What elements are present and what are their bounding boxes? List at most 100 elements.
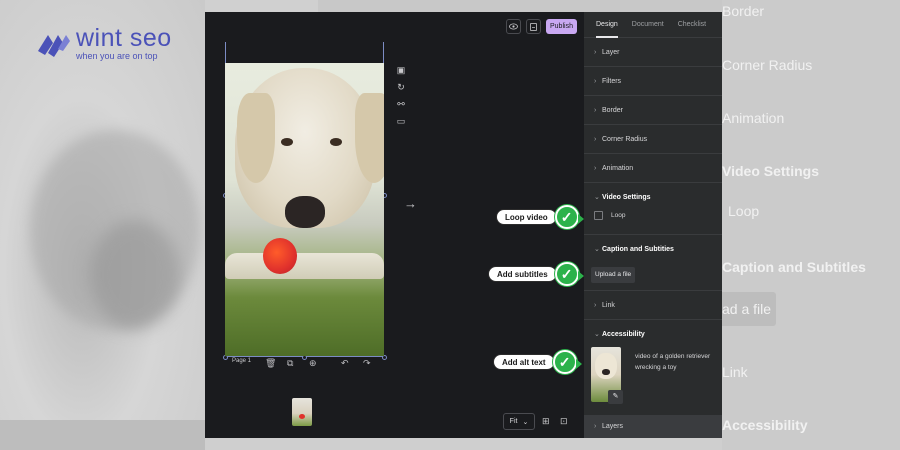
section-animation[interactable]: › Animation	[584, 154, 722, 183]
section-title: Animation	[602, 164, 634, 172]
background-strip	[205, 0, 318, 12]
layers-title: Layers	[602, 423, 624, 430]
dog-paws	[225, 253, 384, 279]
thumbnail-toy	[299, 414, 305, 419]
logo: wint seo when you are on top	[36, 26, 172, 61]
callout-add-subtitles: Add subtitles ✓	[488, 262, 584, 286]
background-text: ad a file	[722, 301, 772, 317]
background-text: Caption and Subtitles	[722, 259, 866, 275]
callout-label: Add subtitles	[488, 266, 557, 282]
element-toolbar: ▣ ↻ ⚯ ▭	[393, 64, 409, 127]
chevron-right-icon: ›	[594, 135, 597, 143]
section-title: Filters	[602, 77, 622, 85]
logo-tagline: when you are on top	[76, 51, 158, 61]
video-element[interactable]	[225, 63, 384, 356]
chevron-down-icon[interactable]: ⌄	[594, 330, 602, 338]
dog-eye	[330, 138, 342, 146]
chevron-down-icon[interactable]: ⌄	[594, 245, 602, 253]
background-text: Loop	[728, 203, 760, 219]
upload-file-button[interactable]: Upload a file	[591, 266, 636, 283]
redo-icon[interactable]: ↷	[363, 358, 371, 369]
callout-add-alt-text: Add alt text ✓	[493, 350, 582, 374]
grid-view-icon[interactable]: ⊞	[542, 416, 550, 427]
tab-checklist[interactable]: Checklist	[678, 12, 706, 38]
section-title[interactable]: Caption and Subtities	[602, 246, 674, 253]
callout-label: Loop video	[496, 209, 557, 225]
add-page-icon[interactable]: ⊕	[309, 358, 317, 369]
dog-nose	[285, 196, 325, 228]
duplicate-page-icon[interactable]: ⧉	[287, 358, 293, 369]
background-text: Link	[722, 364, 748, 380]
background-blur	[90, 220, 180, 330]
background-text: Animation	[722, 110, 785, 126]
chevron-right-icon: ›	[594, 164, 597, 172]
chevron-right-icon: ›	[594, 48, 597, 56]
check-icon: ✓	[554, 205, 584, 229]
section-title[interactable]: Accessibility	[602, 331, 645, 338]
section-link[interactable]: › Link	[584, 291, 722, 320]
publish-button[interactable]: Publish	[546, 19, 577, 34]
layers-bar[interactable]: › Layers	[584, 415, 722, 438]
zoom-fit-select[interactable]: Fit ⌄	[503, 413, 535, 430]
section-title: Layer	[602, 48, 620, 56]
editor-window: Publish ▣ ↻ ⚯ ▭ → Page 1 🗑 ⧉ ⊕ ↶ ↷ Fit ⌄…	[205, 12, 722, 438]
replace-media-icon[interactable]: ▣	[395, 64, 407, 76]
save-button[interactable]	[526, 19, 541, 34]
chevron-right-icon: ›	[594, 301, 597, 309]
dog-image	[595, 353, 617, 379]
loop-icon[interactable]: ↻	[395, 81, 407, 93]
dog-nose	[602, 369, 610, 375]
page-thumbnail[interactable]	[292, 398, 312, 426]
background-text: Corner Radius	[722, 57, 813, 73]
loop-checkbox[interactable]	[594, 211, 603, 220]
link-icon[interactable]: ⚯	[395, 98, 407, 110]
dog-ear	[355, 93, 384, 183]
callout-label: Add alt text	[493, 354, 555, 370]
eye-icon	[509, 23, 518, 30]
arrow-right-icon[interactable]: →	[404, 196, 417, 211]
preview-button[interactable]	[506, 19, 521, 34]
chevron-down-icon[interactable]: ⌄	[594, 193, 602, 201]
page-label: Page 1	[232, 358, 252, 364]
section-corner-radius[interactable]: › Corner Radius	[584, 125, 722, 154]
chevron-right-icon: ›	[594, 77, 597, 85]
zoom-fit-label: Fit	[509, 418, 518, 425]
chevron-down-icon: ⌄	[522, 418, 529, 426]
dog-eye	[281, 138, 293, 146]
edit-icon[interactable]: ✎	[608, 390, 623, 404]
section-filters[interactable]: › Filters	[584, 67, 722, 96]
section-title: Corner Radius	[602, 135, 648, 143]
background-strip	[0, 420, 205, 450]
logo-title: wint seo	[76, 24, 172, 52]
chevron-right-icon: ›	[594, 106, 597, 114]
section-border[interactable]: › Border	[584, 96, 722, 125]
background-text: Border	[722, 3, 765, 19]
section-title[interactable]: Video Settings	[602, 194, 651, 201]
background-text: Video Settings	[722, 163, 819, 179]
toy-image	[263, 238, 297, 274]
properties-panel: Design Document Checklist › Layer › Filter…	[584, 12, 722, 438]
background-strip	[318, 0, 722, 12]
section-title: Link	[602, 301, 615, 309]
callout-loop-video: Loop video ✓	[496, 205, 584, 229]
background-right: Border Corner Radius Animation Video Set…	[722, 0, 900, 450]
section-caption: ⌄ Caption and Subtities Upload a file	[584, 235, 722, 291]
check-icon: ✓	[552, 350, 582, 374]
fullscreen-icon[interactable]: ⊡	[560, 416, 568, 427]
dog-ear	[237, 93, 275, 183]
section-video-settings: ⌄ Video Settings Loop	[584, 183, 722, 235]
section-title: Border	[602, 106, 624, 114]
undo-icon[interactable]: ↶	[341, 358, 349, 369]
background-text: Accessibility	[722, 417, 808, 433]
logo-mark-icon	[38, 34, 70, 57]
chevron-right-icon: ›	[594, 423, 597, 430]
captions-icon[interactable]: ▭	[395, 115, 407, 127]
page-controls: Page 1	[232, 358, 251, 364]
delete-page-icon[interactable]: 🗑	[265, 358, 276, 369]
loop-label: Loop	[611, 212, 626, 219]
section-layer[interactable]: › Layer	[584, 38, 722, 67]
tab-design[interactable]: Design	[596, 12, 618, 38]
document-icon	[530, 22, 537, 31]
tab-document[interactable]: Document	[632, 12, 664, 38]
alt-text-value[interactable]: video of a golden retriever wrecking a t…	[635, 351, 715, 373]
